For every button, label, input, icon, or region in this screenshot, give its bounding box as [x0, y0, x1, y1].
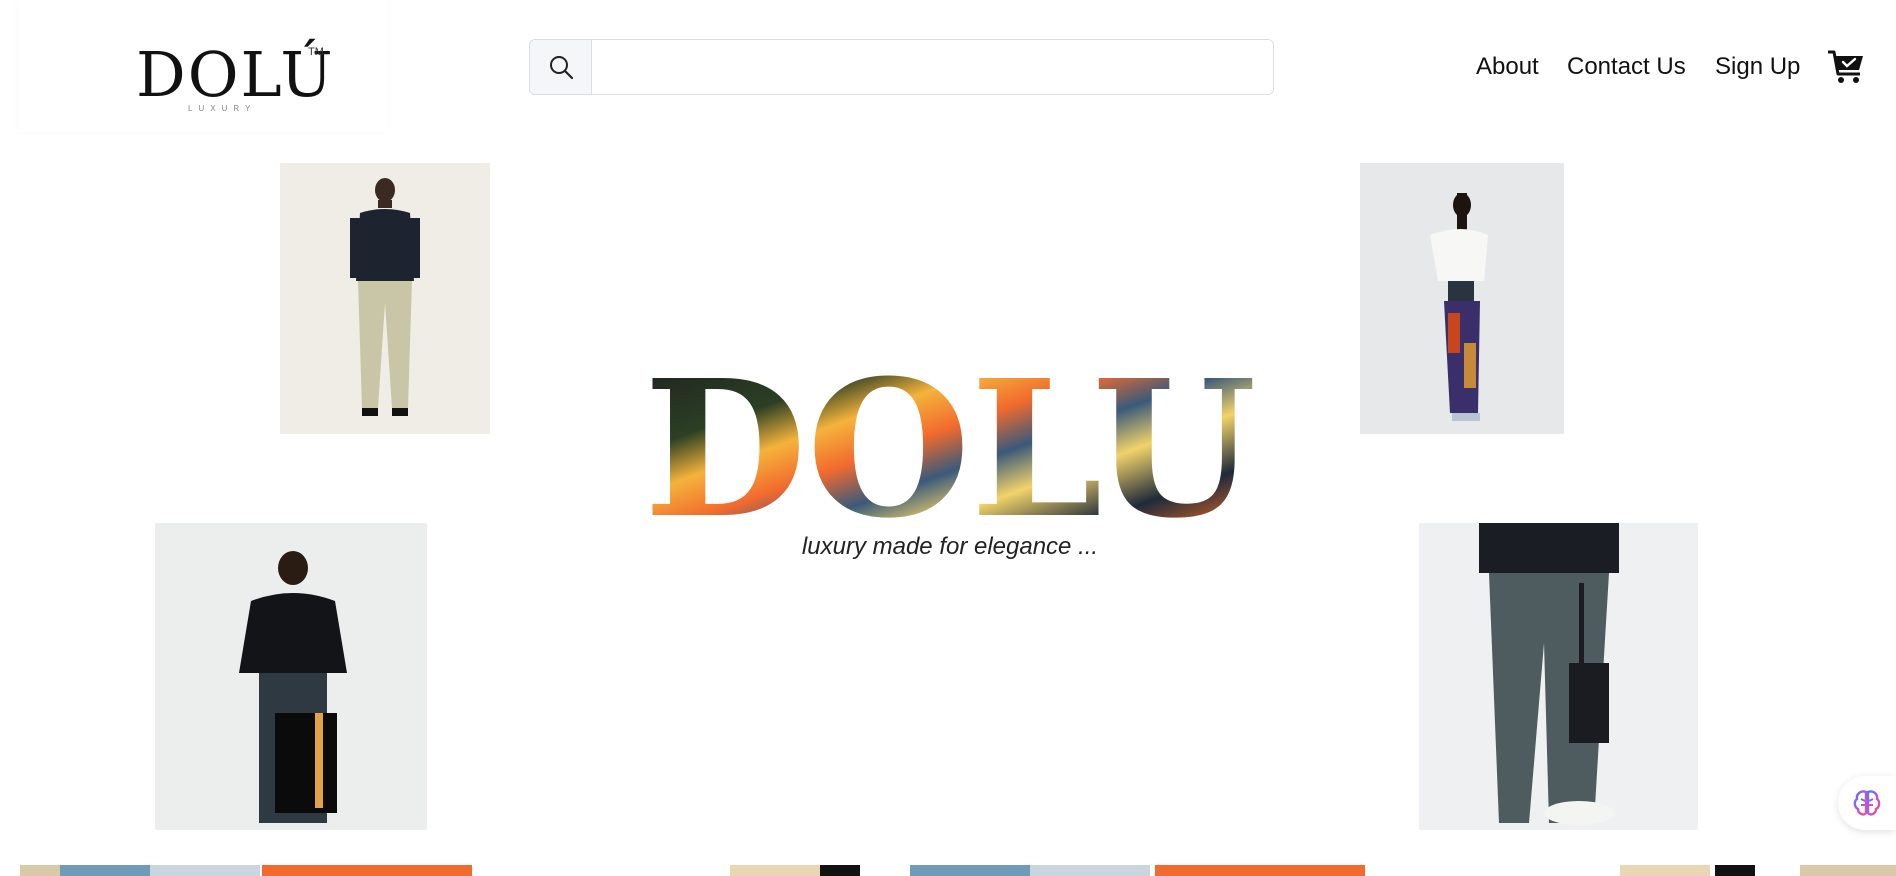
nav-about-link[interactable]: About: [1476, 53, 1539, 81]
photo-model-cargo[interactable]: [1419, 523, 1698, 830]
nav-contact-link[interactable]: Contact Us: [1567, 53, 1686, 81]
cart-check-icon: [1828, 50, 1863, 83]
nav-signup-link[interactable]: Sign Up: [1715, 53, 1800, 81]
brain-icon: [1853, 790, 1881, 816]
bottom-image-strip: [0, 864, 1896, 876]
search-icon: [549, 56, 573, 80]
logo-wordmark: DOLÚ: [136, 38, 335, 111]
photo-model-woman-print[interactable]: [1360, 163, 1564, 434]
logo-subtitle: LUXURY: [188, 104, 257, 113]
hero-tagline: luxury made for elegance ...: [801, 533, 1099, 560]
hero-title-text: DOLU: [644, 350, 1257, 530]
search-bar: [529, 39, 1274, 95]
cart-button[interactable]: [1826, 46, 1866, 86]
logo-trademark: TM: [308, 46, 324, 58]
assistant-floating-button[interactable]: [1838, 776, 1896, 830]
search-button[interactable]: [530, 40, 592, 94]
search-input[interactable]: [592, 40, 1273, 94]
logo[interactable]: DOLÚ TM LUXURY: [18, 0, 388, 132]
photo-model-man-tote[interactable]: [155, 523, 427, 830]
photo-model-man-plaid[interactable]: [280, 163, 490, 434]
hero-title: DOLU: [640, 339, 1260, 560]
